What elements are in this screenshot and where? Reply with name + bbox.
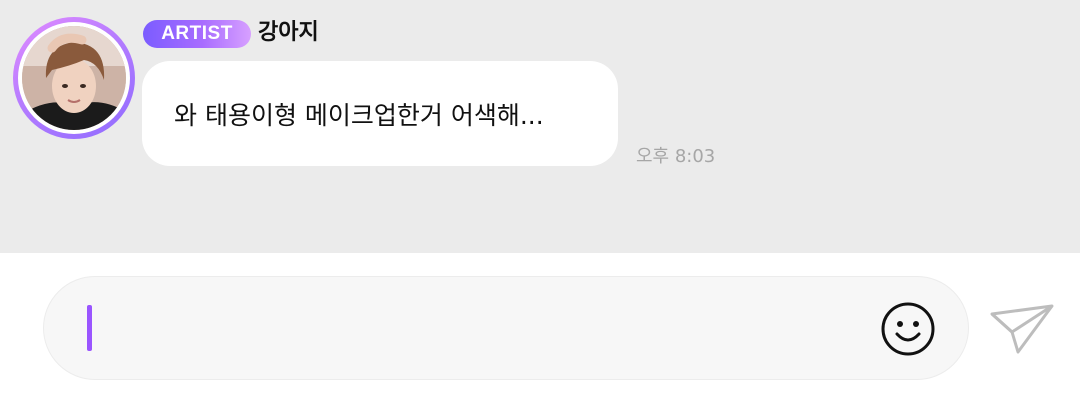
message-bubble[interactable]: 와 태용이형 메이크업한거 어색해... bbox=[142, 61, 618, 166]
text-cursor bbox=[87, 305, 92, 351]
message-text: 와 태용이형 메이크업한거 어색해... bbox=[174, 100, 544, 130]
message-timestamp: 오후 8:03 bbox=[636, 146, 716, 167]
sender-name: 강아지 bbox=[258, 20, 319, 45]
smiley-face-icon[interactable] bbox=[880, 301, 936, 357]
paper-plane-send-icon[interactable] bbox=[988, 296, 1056, 358]
avatar-portrait-image bbox=[22, 26, 126, 130]
artist-badge: ARTIST bbox=[143, 20, 251, 48]
message-input[interactable] bbox=[43, 276, 969, 380]
chat-area: ARTIST 강아지 와 태용이형 메이크업한거 어색해... 오후 8:03 bbox=[0, 0, 1080, 253]
artist-avatar[interactable] bbox=[13, 17, 135, 139]
avatar-photo bbox=[22, 26, 126, 130]
